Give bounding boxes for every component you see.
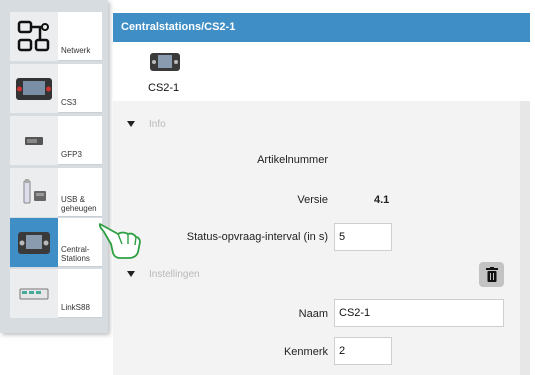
central-station-icon	[10, 218, 58, 267]
scrollbar[interactable]	[520, 101, 530, 375]
page-title: Centralstations/CS2-1	[113, 13, 530, 42]
sidebar-item-network[interactable]: Netwerk	[10, 12, 102, 61]
kenmerk-label: Kenmerk	[283, 346, 328, 358]
trash-icon	[485, 267, 498, 282]
network-icon	[10, 12, 58, 61]
versie-value: 4.1	[374, 194, 390, 206]
sidebar-item-cs3[interactable]: CS3	[10, 64, 102, 113]
links88-device-icon	[10, 269, 58, 318]
settings-section-header[interactable]: Instellingen	[113, 263, 530, 287]
kenmerk-input[interactable]	[334, 337, 392, 365]
caret-down-icon	[127, 271, 135, 277]
naam-input[interactable]	[334, 299, 504, 327]
gfp3-device-icon	[10, 116, 58, 165]
device-name: CS2-1	[148, 82, 180, 94]
detail-panel: Centralstations/CS2-1 CS2-1 Info Artikel…	[113, 13, 530, 375]
versie-label: Versie	[297, 194, 328, 206]
cs2-device-icon	[149, 52, 181, 72]
sidebar-item-label: Central- Stations	[61, 245, 90, 263]
cs3-device-icon	[10, 64, 58, 113]
sidebar-item-label: USB & geheugen	[61, 195, 97, 213]
caret-down-icon	[127, 121, 135, 127]
status-interval-input[interactable]	[334, 223, 392, 251]
pointer-hand-icon	[98, 223, 141, 259]
usb-memory-icon	[10, 168, 58, 217]
sidebar-item-usb-memory[interactable]: USB & geheugen	[10, 168, 102, 217]
status-interval-label: Status-opvraag-interval (in s)	[186, 231, 328, 243]
sidebar-item-label: GFP3	[61, 150, 82, 159]
device-header: CS2-1	[113, 42, 530, 101]
sidebar-item-gfp3[interactable]: GFP3	[10, 116, 102, 165]
sidebar-item-label: CS3	[61, 98, 77, 107]
sidebar-item-central-stations[interactable]: Central- Stations	[10, 218, 102, 267]
section-title: Instellingen	[149, 269, 200, 280]
sidebar-item-links88[interactable]: LinkS88	[10, 269, 102, 318]
sidebar: Netwerk CS3 GFP3 USB & geheugen Central-…	[0, 0, 108, 333]
sidebar-item-label: LinkS88	[61, 303, 90, 312]
delete-button[interactable]	[479, 262, 504, 287]
sidebar-item-label: Netwerk	[61, 46, 91, 55]
section-title: Info	[149, 119, 166, 130]
naam-label: Naam	[298, 308, 328, 320]
artikelnummer-label: Artikelnummer	[257, 154, 328, 166]
info-section-header[interactable]: Info	[113, 113, 530, 137]
